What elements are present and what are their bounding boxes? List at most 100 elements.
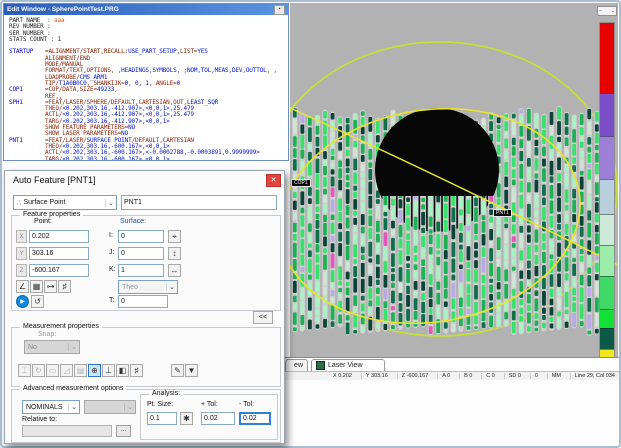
- chevron-down-icon: ⌄: [68, 403, 79, 411]
- colorbar-segment: [600, 23, 614, 93]
- pcdmis-app-window: Edit Window - SpherePointTest.PRG ▪ PART…: [0, 0, 621, 448]
- measurement-icon-row: ⌶↻▭◿▤⊕⊥◧♯ ✎▼: [18, 364, 198, 377]
- box-select-button[interactable]: ▭: [46, 364, 59, 377]
- code-command-label: STARTUP: [9, 49, 45, 55]
- colorbar-menu[interactable]: – ⌄: [597, 6, 617, 16]
- clip-mode-button[interactable]: ◧: [116, 364, 129, 377]
- colorbar-segment: [600, 179, 614, 214]
- snap-label: Snap:: [38, 331, 56, 338]
- rotate-mode-button[interactable]: ↻: [32, 364, 45, 377]
- code-line[interactable]: TARG/<0.202,303.16,-600.167>,<0,0,1>: [9, 157, 288, 160]
- point-snap-toggle-button[interactable]: ⊶: [44, 280, 57, 293]
- dialog-title: Auto Feature [PNT1]: [13, 175, 96, 185]
- code-text: 49233: [97, 86, 114, 93]
- test-point-button[interactable]: ▶: [16, 295, 29, 308]
- x-field[interactable]: [29, 230, 89, 243]
- code-text: NOM,TOL,MEAS,DEV,OUTTOL: [187, 67, 267, 74]
- corner-select-button[interactable]: ◿: [60, 364, 73, 377]
- status-field: C 0: [481, 373, 495, 379]
- tab-laser-view[interactable]: Laser View: [311, 359, 385, 371]
- k-field[interactable]: [118, 264, 164, 277]
- tab-previous-view[interactable]: ew: [285, 359, 308, 371]
- chevron-down-icon: ⌄: [124, 403, 135, 411]
- measurement-properties-label: Measurement properties: [20, 323, 102, 330]
- code-text: YES: [197, 48, 207, 55]
- pt-size-label: Pt. Size:: [147, 401, 173, 408]
- status-field: MM: [547, 373, 561, 379]
- filter-button[interactable]: ▼: [185, 364, 198, 377]
- pt-size-tool-button[interactable]: ✱: [180, 412, 193, 425]
- theo-mode-value: Theo: [122, 284, 138, 291]
- y-field[interactable]: [29, 247, 89, 260]
- minus-tol-input[interactable]: [239, 412, 271, 425]
- laser-viewport[interactable]: COP1 PNT1 – ⌄: [290, 3, 618, 357]
- cop1-feature-label[interactable]: COP1: [291, 179, 311, 187]
- flip-vector-button[interactable]: ↕: [168, 247, 181, 260]
- status-field: B 0: [459, 373, 472, 379]
- nominals-mode-combobox[interactable]: ⌄: [84, 400, 136, 414]
- read-point-button[interactable]: ↺: [31, 295, 44, 308]
- colorbar-segment: [600, 136, 614, 179]
- relative-to-input[interactable]: [22, 425, 112, 437]
- i-field[interactable]: [118, 230, 164, 243]
- axes-toggle-button[interactable]: ∠: [16, 280, 29, 293]
- deviation-colorbar: [599, 22, 615, 363]
- laser-view-icon: [316, 361, 325, 370]
- find-nominal-toggle-button[interactable]: ▦: [30, 280, 43, 293]
- status-field: X 0.202: [333, 373, 352, 379]
- code-text: aaa: [54, 17, 64, 24]
- chevron-down-icon: ⌄: [611, 8, 615, 14]
- status-bar: X 0.202Y 303.16Z -600.167A 0B 0C 0SD 00M…: [285, 371, 619, 380]
- snap-combobox[interactable]: No ⌄: [24, 340, 80, 354]
- analysis-label: Analysis:: [149, 390, 183, 397]
- code-area[interactable]: PART NAME : aaaREV NUMBER : SER NUMBER :…: [4, 16, 288, 160]
- region-select-button[interactable]: ▤: [74, 364, 87, 377]
- edit-path-button[interactable]: ✎: [171, 364, 184, 377]
- pt-size-input[interactable]: [147, 412, 177, 425]
- edit-window: Edit Window - SpherePointTest.PRG ▪ PART…: [3, 3, 289, 161]
- pnt1-feature-label[interactable]: PNT1: [493, 209, 512, 217]
- status-field: 0: [530, 373, 538, 379]
- colorbar-dash-icon: –: [599, 8, 602, 14]
- code-text: ,LIST=: [177, 48, 198, 55]
- code-text: , ANGLE=: [149, 80, 177, 87]
- close-icon[interactable]: ✕: [266, 174, 281, 187]
- code-command-label: COP1: [9, 87, 45, 93]
- depth-mode-button[interactable]: ⊥: [102, 364, 115, 377]
- advanced-options-group: Advanced measurement options NOMINALS ⌄ …: [11, 389, 281, 443]
- collapse-dialog-button[interactable]: <<: [253, 311, 273, 324]
- colorbar-segment: [600, 245, 614, 276]
- feature-properties-label: Feature properties: [20, 211, 83, 218]
- y-axis-label: Y: [16, 247, 27, 260]
- nominals-combobox[interactable]: NOMINALS ⌄: [22, 400, 80, 414]
- feature-type-combobox[interactable]: ∴ Surface Point ⌄: [13, 195, 117, 210]
- comb-mode-button[interactable]: ♯: [130, 364, 143, 377]
- probe-path-button[interactable]: ⌶: [18, 364, 31, 377]
- code-command-label: PNT1: [9, 138, 45, 144]
- chevron-down-icon: ⌄: [105, 199, 116, 207]
- status-field: Z -600.167: [397, 373, 429, 379]
- edit-window-titlebar[interactable]: Edit Window - SpherePointTest.PRG ▪: [4, 4, 288, 15]
- measurement-properties-group: Measurement properties Snap: No ⌄ ⌶↻▭◿▤⊕…: [11, 327, 281, 387]
- j-field[interactable]: [118, 247, 164, 260]
- feature-type-value: Surface Point: [23, 199, 65, 206]
- analysis-group: Analysis: Pt. Size: + Tol: - Tol: ✱: [140, 394, 278, 440]
- probe-vector-button[interactable]: ⌖: [168, 230, 181, 243]
- laser-scan-canvas[interactable]: [290, 3, 618, 357]
- window-menu-icon[interactable]: ▪: [274, 5, 285, 15]
- colorbar-segment: [600, 328, 614, 349]
- theo-mode-combobox[interactable]: Theo ⌄: [118, 280, 178, 294]
- code-text: , ;: [177, 67, 187, 74]
- t-field[interactable]: [118, 295, 168, 308]
- target-mode-button[interactable]: ⊕: [88, 364, 101, 377]
- k-label: K:: [109, 266, 116, 273]
- code-text: HEADINGS,SYMBOLS: [121, 67, 176, 74]
- swap-vector-button[interactable]: ↔: [168, 264, 181, 277]
- code-text: <0.202,303.16,-600.167>,<0,0,1>: [62, 156, 169, 160]
- grid-toggle-button[interactable]: ♯: [58, 280, 71, 293]
- code-text: ,: [114, 86, 117, 93]
- z-field[interactable]: [29, 264, 89, 277]
- browse-button[interactable]: ...: [116, 425, 131, 437]
- plus-tol-input[interactable]: [201, 412, 235, 425]
- feature-name-input[interactable]: [121, 195, 277, 210]
